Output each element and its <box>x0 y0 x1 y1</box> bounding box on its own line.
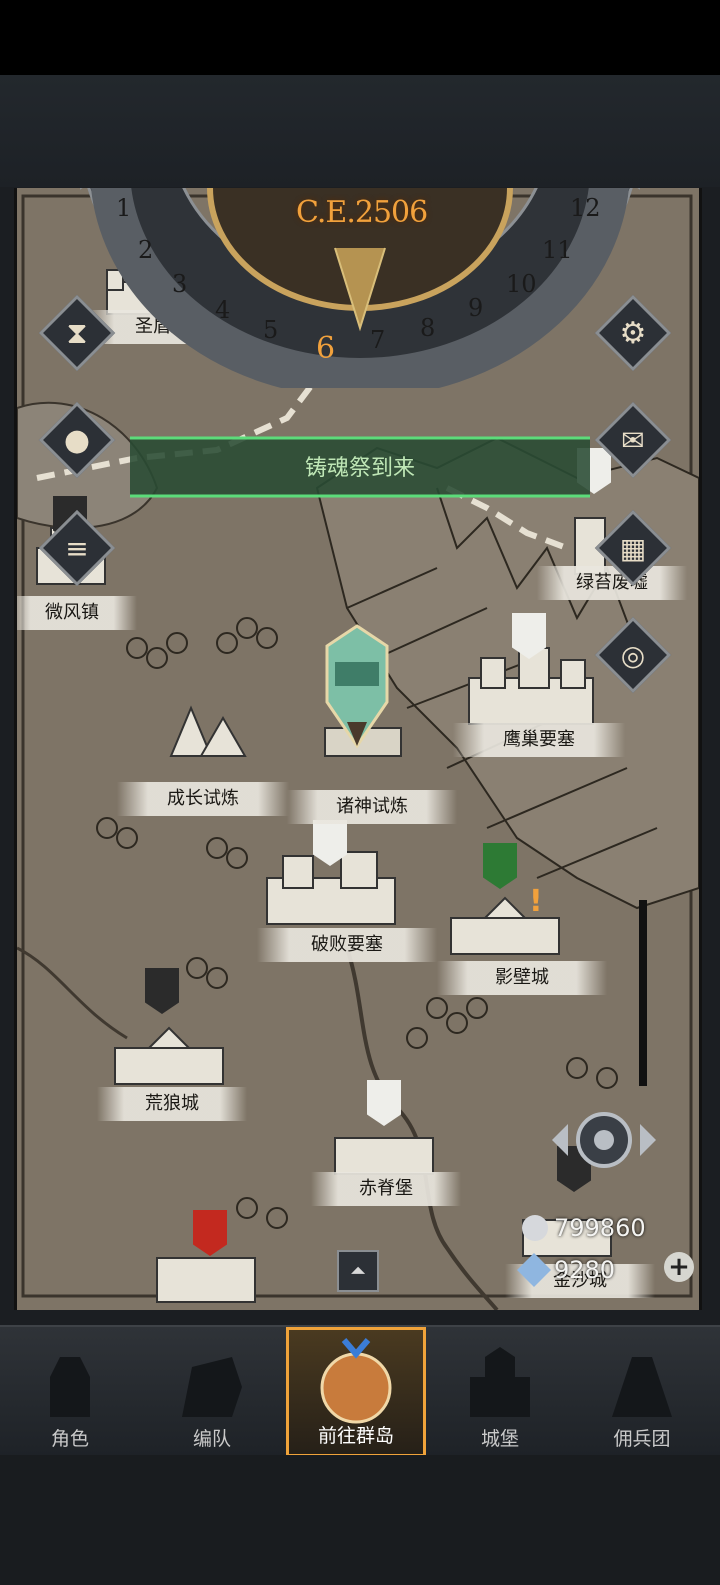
nav-character[interactable]: 角色 <box>0 1327 140 1457</box>
bottom-nav: 角色 编队 前往群岛 城堡 佣兵团 <box>0 1325 720 1457</box>
alert-icon: ! <box>529 884 543 919</box>
nav-mercenary[interactable]: 佣兵团 <box>572 1327 712 1457</box>
helmet-marker-icon[interactable] <box>317 622 397 752</box>
locate-button[interactable] <box>548 1104 660 1176</box>
hourglass-button[interactable]: ⧗ <box>38 294 116 372</box>
hourglass-icon: ⧗ <box>66 315 88 351</box>
location-label[interactable]: 鹰巢要塞 <box>453 723 625 757</box>
forest-icon[interactable] <box>151 698 261 758</box>
gear-icon: ⚙ <box>619 315 647 351</box>
nav-islands[interactable]: 前往群岛 <box>286 1327 426 1457</box>
top-header <box>0 75 720 187</box>
location-label[interactable]: 成长试炼 <box>117 782 289 816</box>
svg-text:1: 1 <box>116 194 131 222</box>
coin-button[interactable]: ◎ <box>594 616 672 694</box>
svg-text:11: 11 <box>542 236 573 264</box>
gem-counter: 9280 <box>517 1253 616 1287</box>
svg-text:12: 12 <box>570 194 601 222</box>
location-label[interactable]: 赤脊堡 <box>311 1172 461 1206</box>
location-label[interactable]: 影壁城 <box>437 961 607 995</box>
nav-label: 前往群岛 <box>317 1425 394 1447</box>
castle-icon[interactable] <box>329 1118 439 1178</box>
nav-label: 编队 <box>192 1428 231 1450</box>
scroll-icon: ≡ <box>65 531 89 565</box>
bag-icon: ● <box>63 422 91 458</box>
castle-icon[interactable] <box>445 888 565 958</box>
location-label[interactable]: 破败要塞 <box>257 928 437 962</box>
scroll-button[interactable]: ≡ <box>38 509 116 587</box>
era-label: C.E.2506 <box>296 195 428 230</box>
svg-text:4: 4 <box>215 296 230 324</box>
svg-text:7: 7 <box>370 326 385 354</box>
gem-icon <box>517 1253 551 1287</box>
gem-amount: 9280 <box>554 1256 616 1284</box>
status-bar <box>0 0 720 75</box>
svg-text:10: 10 <box>506 270 537 298</box>
svg-text:5: 5 <box>263 316 278 344</box>
svg-text:9: 9 <box>468 294 483 322</box>
zoom-slider[interactable] <box>639 900 647 1086</box>
location-label[interactable]: 诸神试炼 <box>287 790 457 824</box>
bottom-bar <box>0 1455 720 1585</box>
coin-icon: ◎ <box>620 638 646 672</box>
nav-team[interactable]: 编队 <box>142 1327 282 1457</box>
grid-icon: ▦ <box>619 531 647 565</box>
nav-label: 佣兵团 <box>613 1428 671 1450</box>
settings-button[interactable]: ⚙ <box>594 294 672 372</box>
nav-castle[interactable]: 城堡 <box>430 1327 570 1457</box>
location-label[interactable]: 微风镇 <box>17 596 137 630</box>
svg-text:2: 2 <box>138 236 153 264</box>
collapse-button[interactable]: ⏶ <box>337 1250 379 1292</box>
silver-coin-icon <box>522 1215 548 1241</box>
nav-label: 城堡 <box>480 1428 519 1450</box>
mail-button[interactable]: ✉ <box>594 401 672 479</box>
castle-icon[interactable] <box>109 1018 229 1088</box>
nav-label: 角色 <box>50 1428 89 1450</box>
current-month: 6 <box>316 331 335 366</box>
location-label[interactable]: 荒狼城 <box>97 1087 247 1121</box>
silver-counter: 799860 <box>522 1212 646 1244</box>
svg-text:8: 8 <box>420 314 435 342</box>
add-currency-button[interactable]: + <box>664 1252 694 1282</box>
silver-amount: 799860 <box>554 1214 646 1242</box>
event-banner[interactable]: 铸魂祭到来 <box>130 432 590 502</box>
event-banner-text: 铸魂祭到来 <box>304 456 415 481</box>
mail-icon: ✉ <box>621 423 645 457</box>
bag-button[interactable]: ● <box>38 401 116 479</box>
svg-text:3: 3 <box>172 270 187 298</box>
board-button[interactable]: ▦ <box>594 509 672 587</box>
